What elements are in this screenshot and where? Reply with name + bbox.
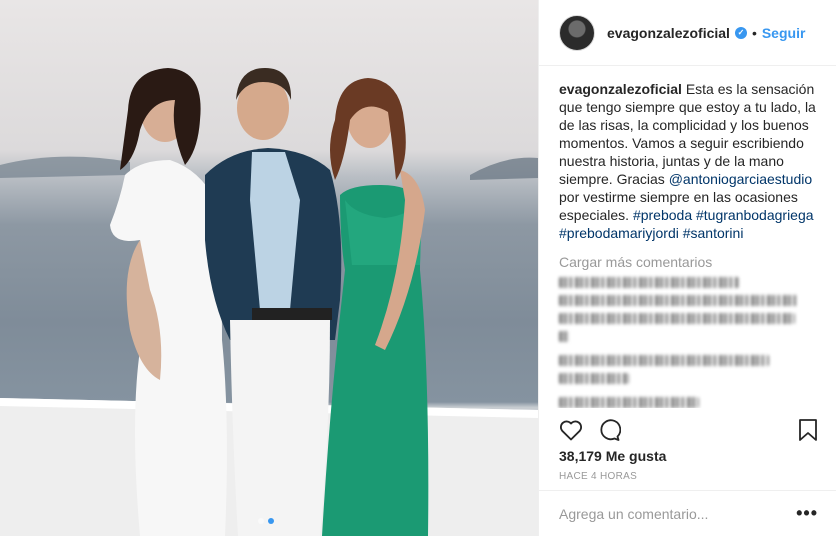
- bookmark-icon[interactable]: [798, 418, 818, 442]
- post-sidebar: evagonzalezoficial ✓ • Seguir evagonzale…: [538, 0, 836, 536]
- carousel-dot[interactable]: [258, 518, 264, 524]
- header-bullet: •: [751, 24, 757, 41]
- comment-icon[interactable]: [597, 418, 621, 442]
- blurred-comment-line: [559, 295, 799, 306]
- caption-mention[interactable]: @antoniogarciaestudio: [669, 171, 812, 187]
- comment-input[interactable]: [559, 505, 797, 522]
- blurred-comment-line: [559, 373, 629, 384]
- photo-illustration: [0, 68, 538, 536]
- avatar[interactable]: [559, 14, 595, 51]
- caption-username[interactable]: evagonzalezoficial: [559, 81, 682, 97]
- blurred-comment-line: [559, 313, 795, 324]
- add-comment-bar: •••: [539, 490, 836, 536]
- likes-count[interactable]: 38,179 Me gusta: [559, 448, 666, 464]
- more-options-icon[interactable]: •••: [796, 503, 818, 524]
- follow-button[interactable]: Seguir: [762, 25, 806, 41]
- carousel-dots: [258, 518, 274, 524]
- blurred-comment-line: [559, 331, 569, 342]
- blurred-comments: [559, 277, 818, 408]
- post-photo[interactable]: [0, 0, 538, 536]
- heart-icon[interactable]: [559, 419, 583, 441]
- post-actions: [559, 418, 818, 442]
- load-more-comments-link[interactable]: Cargar más comentarios: [559, 254, 818, 270]
- blurred-comment-line: [559, 277, 739, 288]
- blurred-comment-line: [559, 355, 769, 366]
- post-header: evagonzalezoficial ✓ • Seguir: [539, 0, 836, 66]
- post-timestamp[interactable]: HACE 4 HORAS: [559, 471, 637, 482]
- verified-badge-icon: ✓: [734, 26, 747, 39]
- carousel-dot-active[interactable]: [268, 518, 274, 524]
- blurred-comment-line: [559, 397, 699, 408]
- comments-section: evagonzalezoficial Esta es la sensación …: [539, 66, 836, 408]
- header-username[interactable]: evagonzalezoficial: [607, 25, 730, 41]
- post-caption: evagonzalezoficial Esta es la sensación …: [559, 80, 818, 242]
